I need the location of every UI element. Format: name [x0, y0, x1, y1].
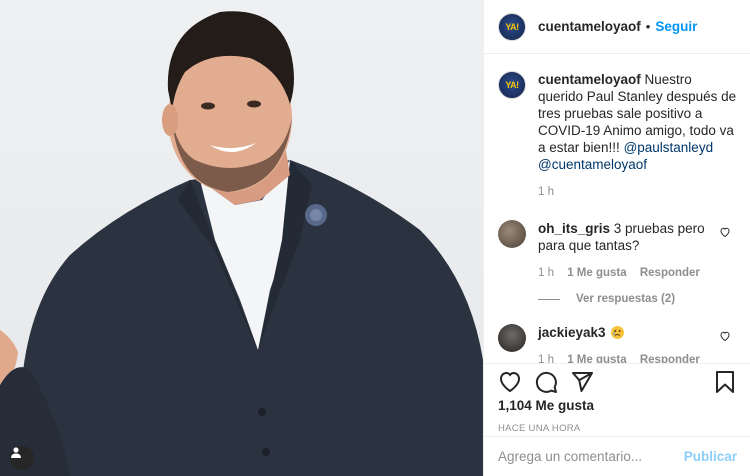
add-comment-bar: Publicar	[484, 436, 750, 476]
comment-username[interactable]: oh_its_gris	[538, 221, 610, 236]
send-icon[interactable]	[570, 370, 594, 394]
comment-heart-icon[interactable]	[719, 226, 731, 238]
separator-dot: •	[645, 19, 651, 34]
post-actions: 1,104 Me gusta HACE UNA HORA	[484, 363, 750, 435]
comment-heart-icon[interactable]	[719, 330, 731, 342]
post-timestamp: HACE UNA HORA	[498, 423, 581, 434]
comment-item: oh_its_gris 3 pruebas pero para que tant…	[498, 220, 737, 282]
post-photo[interactable]	[0, 0, 483, 476]
post-caption: YA! cuentameloyaof Nuestro querido Paul …	[498, 71, 737, 201]
follow-button[interactable]: Seguir	[655, 19, 697, 34]
comment-likes[interactable]: 1 Me gusta	[567, 354, 626, 363]
caption-username[interactable]: cuentameloyaof	[538, 72, 641, 87]
view-replies-label[interactable]: Ver respuestas (2)	[576, 293, 675, 305]
commenter-avatar[interactable]	[498, 220, 526, 248]
commenter-avatar[interactable]	[498, 324, 526, 352]
comments-list[interactable]: YA! cuentameloyaof Nuestro querido Paul …	[484, 55, 750, 363]
post-comment-button[interactable]: Publicar	[684, 449, 737, 464]
author-avatar[interactable]: YA!	[498, 12, 526, 41]
author-username[interactable]: cuentameloyaof	[538, 19, 641, 34]
reply-button[interactable]: Responder	[640, 267, 700, 279]
likes-count[interactable]: 1,104 Me gusta	[498, 398, 737, 413]
post-side-panel: YA! cuentameloyaof • Seguir YA! cuentame…	[483, 0, 750, 476]
comment-input[interactable]	[498, 449, 684, 464]
post-header: YA! cuentameloyaof • Seguir	[484, 0, 750, 54]
reply-button[interactable]: Responder	[640, 354, 700, 363]
comment-username[interactable]: jackieyak3	[538, 325, 606, 340]
caption-time: 1 h	[538, 186, 554, 198]
photo-illustration	[0, 11, 483, 476]
mention-link[interactable]: @cuentameloyaof	[538, 157, 647, 172]
crying-face-icon	[611, 326, 625, 339]
view-replies-button[interactable]: Ver respuestas (2)	[538, 293, 737, 305]
replies-divider	[538, 298, 560, 300]
bookmark-icon[interactable]	[713, 370, 737, 394]
comment-likes[interactable]: 1 Me gusta	[567, 267, 626, 279]
comment-icon[interactable]	[534, 370, 558, 394]
mention-link[interactable]: @paulstanleyd	[624, 140, 714, 155]
comment-item: jackieyak3 1 h 1 Me gusta Responder	[498, 324, 737, 363]
comment-time: 1 h	[538, 354, 554, 363]
caption-avatar[interactable]: YA!	[498, 71, 526, 99]
comment-time: 1 h	[538, 267, 554, 279]
user-tag-icon[interactable]	[10, 446, 34, 470]
heart-icon[interactable]	[498, 370, 522, 394]
